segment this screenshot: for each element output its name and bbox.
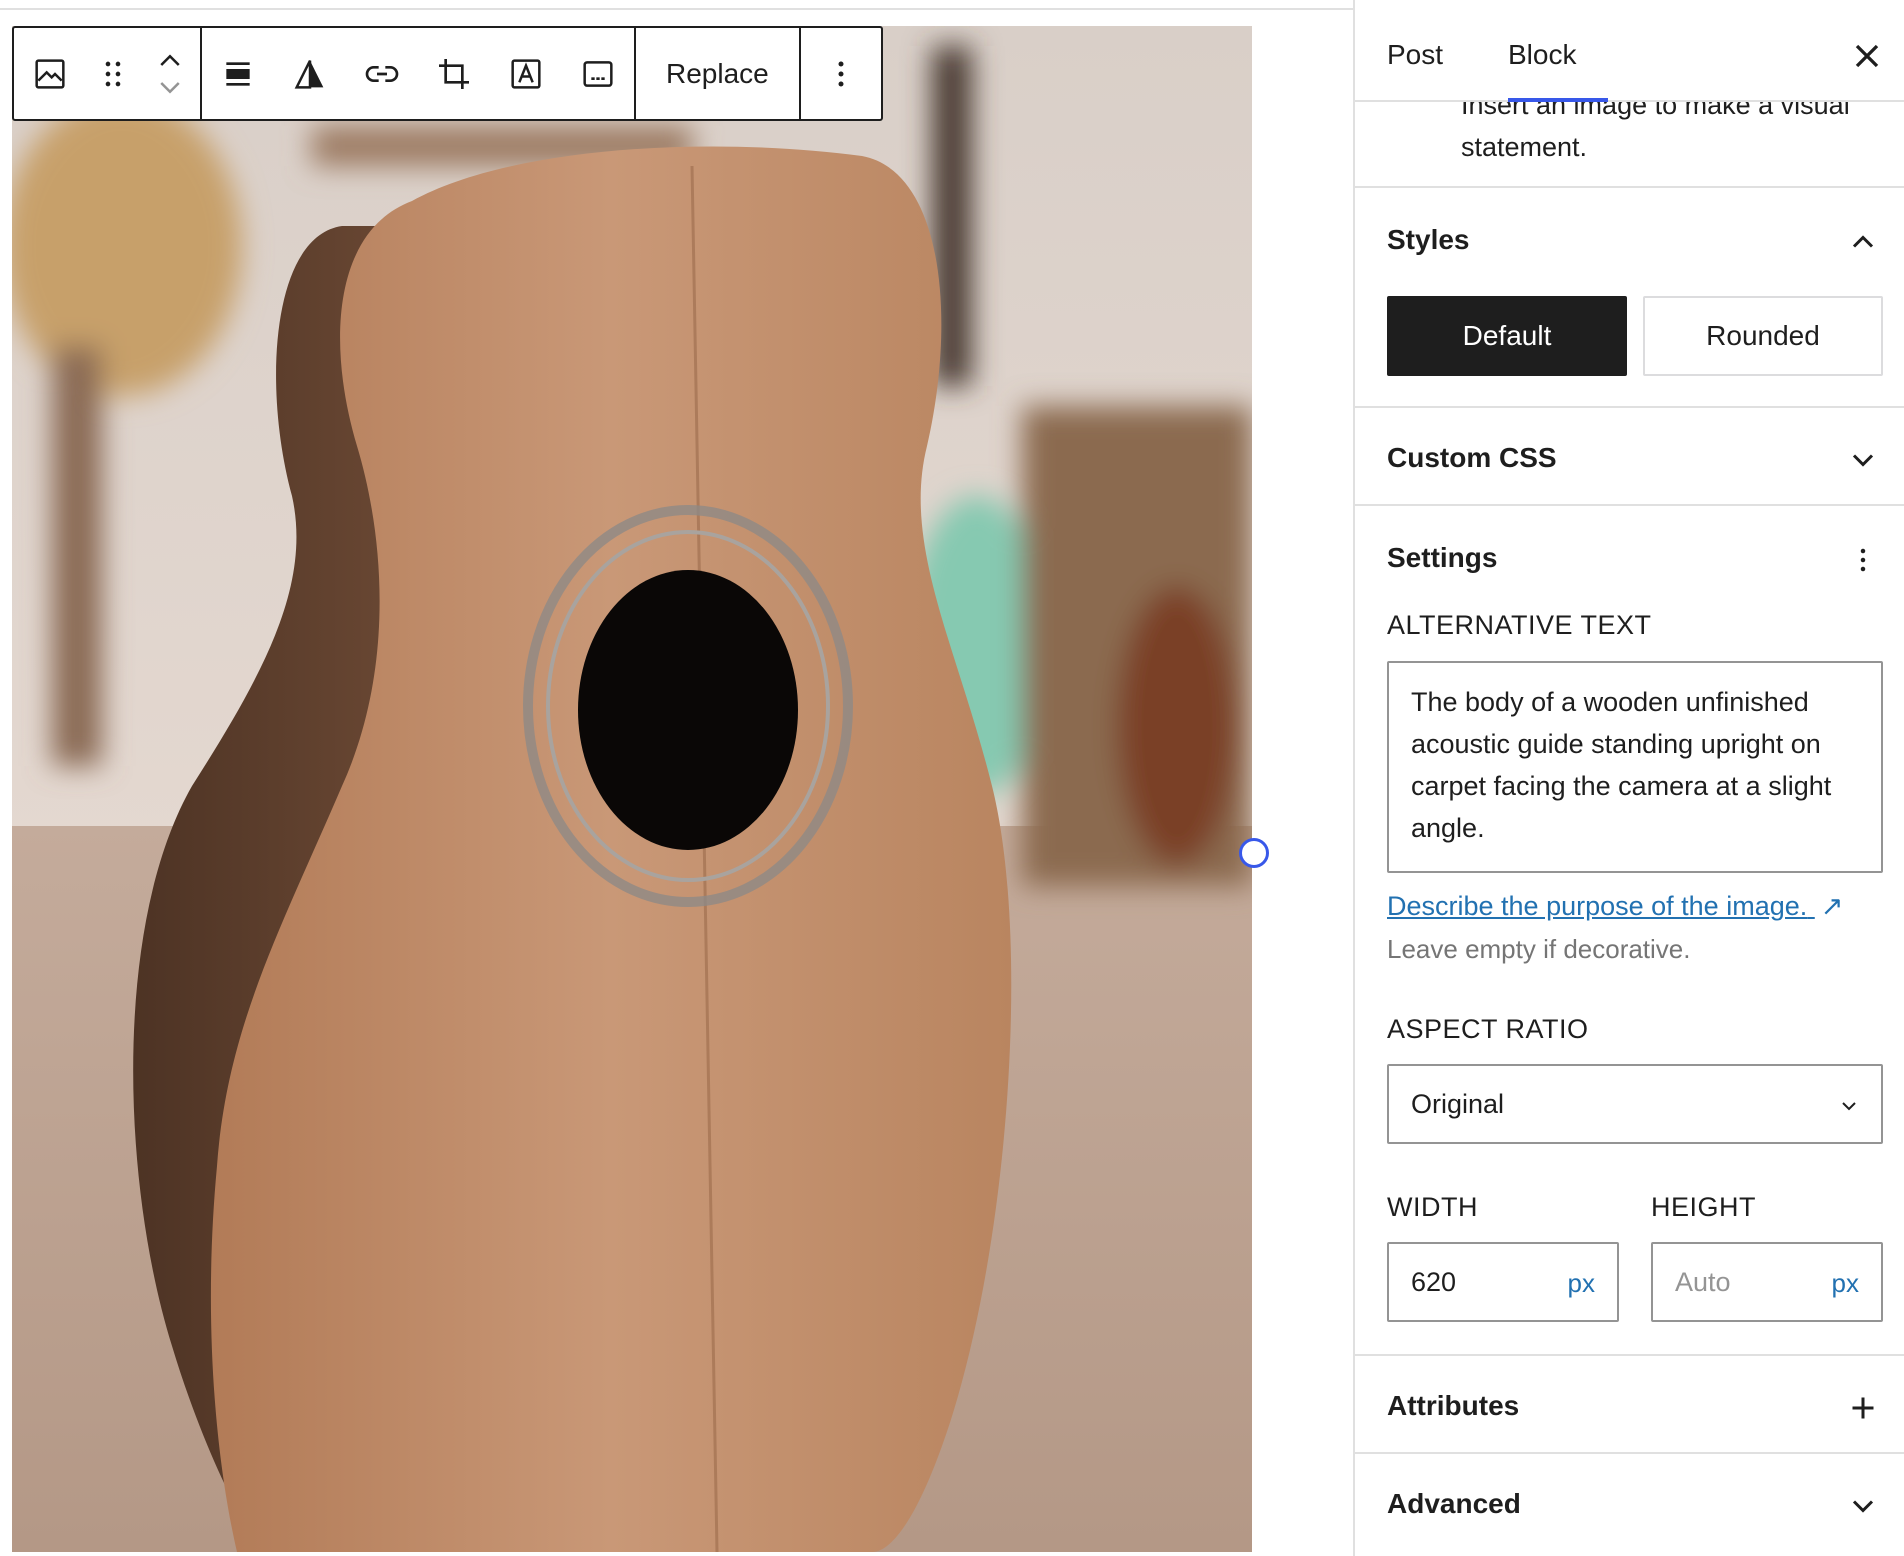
attributes-panel: Attributes: [1355, 1354, 1904, 1452]
aspect-ratio-label: ASPECT RATIO: [1387, 1014, 1589, 1044]
link-icon: [365, 65, 399, 82]
crop-icon: [439, 58, 469, 89]
guitar-photo: [12, 26, 1252, 1552]
aspect-ratio-select[interactable]: Original: [1387, 1064, 1883, 1144]
chevron-up-icon[interactable]: [1845, 224, 1881, 260]
more-options-button[interactable]: [801, 28, 881, 119]
tab-block[interactable]: Block: [1508, 10, 1576, 100]
height-placeholder: Auto: [1675, 1266, 1731, 1297]
duotone-icon: [294, 59, 324, 89]
close-icon[interactable]: [1847, 36, 1887, 76]
style-default-button[interactable]: Default: [1387, 296, 1627, 376]
height-input[interactable]: Auto px: [1651, 1242, 1883, 1322]
move-up-icon[interactable]: [155, 47, 185, 73]
alt-text-help: Leave empty if decorative.: [1387, 934, 1691, 964]
external-link-icon: ↗: [1820, 891, 1844, 921]
drag-handle-button[interactable]: [86, 28, 140, 119]
width-input[interactable]: 620 px: [1387, 1242, 1619, 1322]
chevron-down-icon: [1842, 1102, 1856, 1111]
text-overlay-icon: [511, 58, 541, 89]
aspect-ratio-value: Original: [1411, 1088, 1505, 1119]
more-options-icon: [838, 61, 844, 86]
tab-post[interactable]: Post: [1387, 10, 1443, 100]
toolbar-group-block: [14, 28, 202, 119]
chevron-down-icon[interactable]: [1845, 442, 1881, 478]
move-down-icon[interactable]: [155, 75, 185, 101]
alt-text-help-link[interactable]: Describe the purpose of the image. ↗: [1387, 891, 1843, 922]
settings-panel-title: Settings: [1387, 542, 1498, 573]
alt-text-field[interactable]: The body of a wooden unfinished acoustic…: [1387, 661, 1883, 873]
toolbar-group-replace: Replace: [636, 28, 801, 119]
width-value: 620: [1411, 1266, 1457, 1297]
align-icon: [226, 61, 250, 86]
alt-text-help-link-label: Describe the purpose of the image.: [1387, 891, 1808, 921]
width-label: WIDTH: [1387, 1192, 1478, 1222]
advanced-panel: Advanced: [1355, 1452, 1904, 1556]
block-toolbar: Replace: [12, 26, 883, 121]
active-tab-indicator: [1508, 98, 1608, 102]
alt-text-label: ALTERNATIVE TEXT: [1387, 610, 1652, 640]
settings-options-icon[interactable]: [1845, 542, 1881, 578]
block-type-button[interactable]: [14, 28, 86, 119]
advanced-panel-title[interactable]: Advanced: [1387, 1488, 1521, 1520]
custom-css-panel-title[interactable]: Custom CSS: [1387, 442, 1557, 474]
link-button[interactable]: [346, 28, 418, 119]
caption-icon: [583, 60, 613, 87]
width-unit[interactable]: px: [1568, 1268, 1595, 1299]
styles-panel-title[interactable]: Styles: [1387, 224, 1470, 256]
styles-panel: Styles Default Rounded: [1355, 186, 1904, 406]
toolbar-group-more: [801, 28, 881, 119]
toolbar-group-tools: [202, 28, 636, 119]
attributes-panel-title[interactable]: Attributes: [1387, 1390, 1519, 1422]
image-block-icon: [35, 58, 65, 89]
duotone-button[interactable]: [274, 28, 346, 119]
chevron-down-icon[interactable]: [1845, 1488, 1881, 1524]
replace-button[interactable]: Replace: [636, 28, 799, 119]
image-block[interactable]: [12, 26, 1252, 1552]
plus-icon[interactable]: [1845, 1390, 1881, 1426]
text-overlay-button[interactable]: [490, 28, 562, 119]
resize-handle[interactable]: [1239, 838, 1269, 868]
crop-button[interactable]: [418, 28, 490, 119]
sidebar-tabs: Post Block: [1355, 10, 1904, 102]
block-mover: [140, 28, 200, 119]
custom-css-panel: Custom CSS: [1355, 406, 1904, 504]
editor-top-border: [0, 0, 1353, 10]
settings-sidebar: Insert an image to make a visual stateme…: [1353, 0, 1904, 1556]
height-label: HEIGHT: [1651, 1192, 1757, 1222]
drag-handle-icon: [105, 61, 121, 86]
settings-panel: Settings ALTERNATIVE TEXT The body of a …: [1355, 504, 1904, 1354]
caption-button[interactable]: [562, 28, 634, 119]
align-button[interactable]: [202, 28, 274, 119]
style-rounded-button[interactable]: Rounded: [1643, 296, 1883, 376]
height-unit[interactable]: px: [1832, 1268, 1859, 1299]
